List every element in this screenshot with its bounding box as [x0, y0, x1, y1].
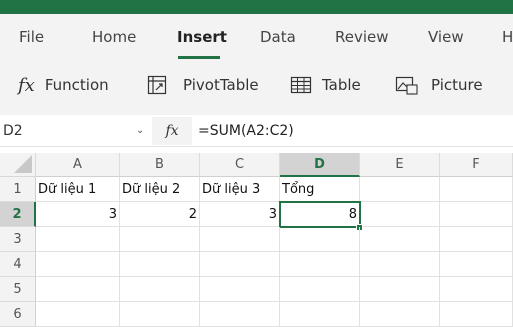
- chevron-down-icon[interactable]: ⌄: [136, 125, 144, 136]
- tab-insert[interactable]: Insert: [177, 28, 227, 46]
- picture-icon: [395, 74, 419, 96]
- cell-f6[interactable]: [440, 302, 513, 327]
- column-header-e[interactable]: E: [360, 153, 440, 177]
- title-bar: [0, 0, 513, 14]
- formula-input[interactable]: =SUM(A2:C2): [198, 123, 294, 139]
- cell-e2[interactable]: [361, 202, 440, 227]
- select-all-icon: [14, 155, 32, 173]
- cell-f5[interactable]: [440, 277, 513, 302]
- cell-e4[interactable]: [360, 252, 440, 277]
- column-header-d[interactable]: D: [280, 153, 360, 177]
- picture-label: Picture: [431, 76, 483, 94]
- cell-a3[interactable]: [36, 227, 120, 252]
- cell-a1[interactable]: Dữ liệu 1: [36, 177, 120, 202]
- name-box[interactable]: D2: [3, 123, 23, 139]
- cell-a5[interactable]: [36, 277, 120, 302]
- cell-b5[interactable]: [120, 277, 200, 302]
- cell-c1[interactable]: Dữ liệu 3: [200, 177, 280, 202]
- row-header-3[interactable]: 3: [0, 227, 36, 252]
- picture-button[interactable]: Picture: [395, 74, 483, 96]
- table-icon: [290, 75, 312, 95]
- cell-e1[interactable]: [360, 177, 440, 202]
- cell-e5[interactable]: [360, 277, 440, 302]
- cell-f1[interactable]: [440, 177, 513, 202]
- pivottable-icon: [147, 75, 167, 95]
- cell-d2[interactable]: 8: [279, 201, 361, 228]
- function-icon: fx: [18, 74, 35, 96]
- tab-h[interactable]: H: [502, 28, 513, 46]
- spreadsheet-grid: A B C D E F 1 2 3 4 5 6 Dữ liệu 1 Dữ liệ…: [0, 153, 513, 327]
- cell-f2[interactable]: [440, 202, 513, 227]
- cell-f4[interactable]: [440, 252, 513, 277]
- tab-view[interactable]: View: [428, 28, 464, 46]
- cell-b3[interactable]: [120, 227, 200, 252]
- cell-a2[interactable]: 3: [36, 202, 120, 227]
- function-button[interactable]: fx Function: [18, 74, 109, 96]
- table-label: Table: [322, 76, 361, 94]
- cell-b4[interactable]: [120, 252, 200, 277]
- column-header-b[interactable]: B: [120, 153, 200, 177]
- cell-e6[interactable]: [360, 302, 440, 327]
- row-header-5[interactable]: 5: [0, 277, 36, 302]
- cell-d5[interactable]: [280, 277, 360, 302]
- row-header-6[interactable]: 6: [0, 302, 36, 327]
- cell-c2[interactable]: 3: [200, 202, 280, 227]
- active-tab-indicator: [178, 56, 220, 59]
- fx-icon: fx: [165, 123, 179, 139]
- pivottable-label: PivotTable: [183, 76, 259, 94]
- table-button[interactable]: Table: [290, 74, 361, 96]
- cell-b1[interactable]: Dữ liệu 2: [120, 177, 200, 202]
- tab-home[interactable]: Home: [92, 28, 136, 46]
- tab-data[interactable]: Data: [260, 28, 296, 46]
- cell-a6[interactable]: [36, 302, 120, 327]
- cell-f3[interactable]: [440, 227, 513, 252]
- function-label: Function: [44, 76, 109, 94]
- select-all-button[interactable]: [0, 153, 36, 177]
- row-header-2[interactable]: 2: [0, 202, 36, 227]
- column-header-c[interactable]: C: [200, 153, 280, 177]
- insert-function-button[interactable]: fx: [152, 117, 192, 145]
- cell-d4[interactable]: [280, 252, 360, 277]
- ribbon-tabs: File Home Insert Data Review View H: [0, 14, 513, 60]
- cell-d3[interactable]: [280, 227, 360, 252]
- cell-b6[interactable]: [120, 302, 200, 327]
- cell-c3[interactable]: [200, 227, 280, 252]
- cell-d1[interactable]: Tổng: [280, 177, 360, 202]
- formula-bar: D2 ⌄ fx =SUM(A2:C2): [0, 116, 513, 147]
- tab-file[interactable]: File: [19, 28, 44, 46]
- cell-d6[interactable]: [280, 302, 360, 327]
- column-header-a[interactable]: A: [36, 153, 120, 177]
- pivottable-button[interactable]: PivotTable: [147, 74, 259, 96]
- cell-c4[interactable]: [200, 252, 280, 277]
- row-header-1[interactable]: 1: [0, 177, 36, 202]
- cell-a4[interactable]: [36, 252, 120, 277]
- column-header-f[interactable]: F: [440, 153, 513, 177]
- cell-e3[interactable]: [360, 227, 440, 252]
- cell-b2[interactable]: 2: [120, 202, 200, 227]
- cell-c5[interactable]: [200, 277, 280, 302]
- tab-review[interactable]: Review: [335, 28, 389, 46]
- cell-c6[interactable]: [200, 302, 280, 327]
- row-header-4[interactable]: 4: [0, 252, 36, 277]
